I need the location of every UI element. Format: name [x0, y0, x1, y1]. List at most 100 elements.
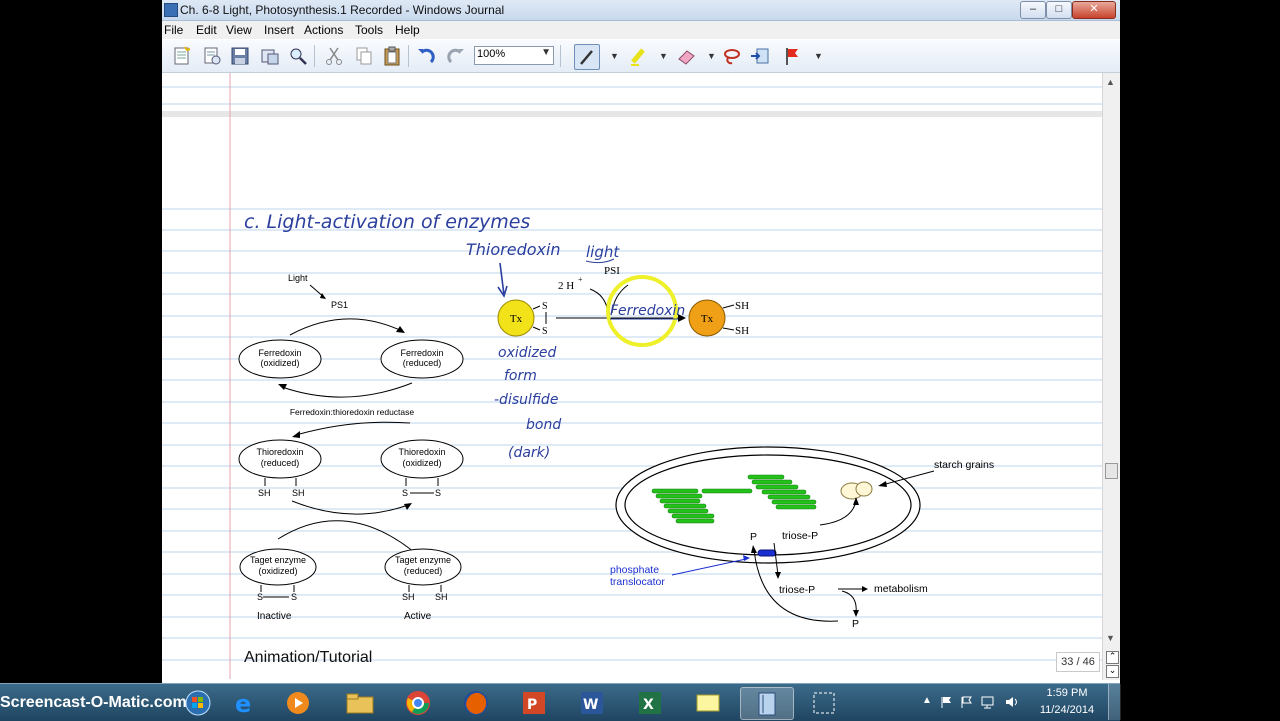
menu-view[interactable]: View — [226, 23, 252, 37]
undo-icon[interactable] — [414, 44, 438, 68]
highlighter-dropdown-icon[interactable]: ▼ — [659, 51, 668, 61]
thioredoxin-reduced-name: Thioredoxin — [256, 447, 303, 457]
snipping-tool-icon[interactable] — [798, 687, 850, 718]
chrome-icon[interactable] — [392, 687, 444, 718]
flag-tray-icon[interactable] — [960, 695, 974, 709]
redo-icon[interactable] — [444, 44, 468, 68]
light-label: Light — [288, 273, 308, 283]
zoom-select[interactable]: 100% ▼ — [474, 46, 554, 65]
menu-help[interactable]: Help — [395, 23, 420, 37]
find-icon[interactable] — [286, 44, 310, 68]
thioredoxin-sh-left: SH — [258, 488, 271, 498]
screencast-watermark: Screencast-O-Matic.com — [0, 694, 187, 711]
chloroplast-diagram: starch grains triose-P P phosphate trans… — [610, 446, 994, 630]
journal-app-icon[interactable] — [164, 3, 178, 17]
excel-icon[interactable]: X — [624, 687, 676, 718]
open-note-icon[interactable] — [200, 44, 224, 68]
show-desktop-button[interactable] — [1108, 684, 1121, 720]
action-center-icon[interactable] — [940, 695, 954, 709]
insert-space-icon[interactable] — [748, 44, 772, 68]
network-icon[interactable] — [980, 695, 996, 709]
svg-text:W: W — [583, 697, 598, 713]
window-title: Ch. 6-8 Light, Photosynthesis.1 Recorded… — [180, 3, 505, 17]
word-icon[interactable]: W — [566, 687, 618, 718]
paste-icon[interactable] — [380, 44, 404, 68]
oxidized-form-line-1: oxidized — [498, 345, 556, 361]
tx-reduced-label: Tx — [701, 313, 714, 325]
copy-icon[interactable] — [352, 44, 376, 68]
ferredoxin-handwritten: Ferredoxin — [610, 303, 685, 319]
tx-sh-top: SH — [735, 300, 749, 312]
flag-dropdown-icon[interactable]: ▼ — [814, 51, 823, 61]
tx-oxidized-label: Tx — [510, 313, 523, 325]
translocator-pointer-arrow — [671, 558, 747, 576]
eraser-icon[interactable] — [674, 44, 698, 68]
two-h-label: 2 H — [558, 280, 574, 292]
target-reduced-state: (reduced) — [404, 566, 443, 576]
next-page-icon[interactable]: ⌄ — [1106, 665, 1119, 678]
highlighter-icon[interactable] — [626, 44, 650, 68]
save-icon[interactable] — [228, 44, 252, 68]
note-page[interactable]: c. Light-activation of enzymes Light PS1… — [162, 73, 1102, 679]
oxidized-form-line-5: (dark) — [508, 445, 550, 461]
powerpoint-icon[interactable]: P — [508, 687, 560, 718]
target-oxidized-state: (oxidized) — [258, 566, 297, 576]
close-button[interactable]: ✕ — [1072, 1, 1116, 19]
animation-tutorial-text[interactable]: Animation/Tutorial — [244, 649, 372, 666]
sticky-notes-icon[interactable] — [682, 687, 734, 718]
target-sh-right: SH — [435, 592, 448, 602]
note-heading: c. Light-activation of enzymes — [244, 211, 530, 233]
menu-edit[interactable]: Edit — [196, 23, 217, 37]
firefox-icon[interactable] — [450, 687, 502, 718]
thioredoxin-reduction-arrow — [295, 421, 411, 436]
menu-file[interactable]: File — [164, 23, 183, 37]
eraser-dropdown-icon[interactable]: ▼ — [707, 51, 716, 61]
phosphate-translocator-label-2: translocator — [610, 576, 665, 588]
p-outside-label: P — [852, 618, 859, 630]
target-oxidized-name: Taget enzyme — [250, 555, 306, 565]
lasso-icon[interactable] — [720, 44, 744, 68]
print-preview-icon[interactable] — [258, 44, 282, 68]
tx-reaction-diagram: Thioredoxin Tx S S 2 H + PSI light Ferre… — [466, 240, 749, 347]
menu-insert[interactable]: Insert — [264, 23, 294, 37]
p-inside-label: P — [750, 531, 757, 543]
maximize-button[interactable]: □ — [1046, 1, 1072, 19]
show-hidden-icons[interactable]: ▲ — [922, 695, 932, 706]
clock-date[interactable]: 11/24/2014 — [1032, 704, 1102, 716]
ferredoxin-oxidized-state: (oxidized) — [260, 358, 299, 368]
phosphate-translocator-protein — [757, 549, 777, 557]
previous-page-icon[interactable]: ⌃ — [1106, 651, 1119, 664]
menu-actions[interactable]: Actions — [304, 23, 343, 37]
volume-icon[interactable] — [1004, 695, 1020, 709]
chevron-down-icon[interactable]: ▼ — [541, 47, 551, 58]
thioredoxin-handwritten: Thioredoxin — [466, 240, 561, 259]
file-explorer-icon[interactable] — [334, 687, 386, 718]
triose-p-inside-label: triose-P — [782, 530, 818, 542]
metabolism-label: metabolism — [874, 583, 928, 595]
zoom-value: 100% — [477, 48, 506, 60]
tx-s-top: S — [542, 301, 548, 312]
ps1-label: PS1 — [331, 300, 348, 310]
flag-icon[interactable] — [780, 44, 804, 68]
pen-icon[interactable] — [574, 44, 600, 70]
light-handwritten: light — [586, 243, 620, 261]
minimize-button[interactable]: – — [1020, 1, 1046, 19]
pen-dropdown-icon[interactable]: ▼ — [610, 51, 619, 61]
media-player-icon[interactable] — [276, 687, 320, 718]
windows-journal-task-icon[interactable] — [740, 687, 794, 720]
starch-grain-2 — [855, 481, 873, 497]
scroll-up-icon[interactable]: ▲ — [1106, 77, 1115, 87]
thioredoxin-oxidized-name: Thioredoxin — [398, 447, 445, 457]
h-plus-superscript: + — [578, 275, 583, 284]
cycle-diagram: Light PS1 Ferredoxin (oxidized) Ferredox… — [238, 273, 464, 622]
toolbar-separator — [408, 45, 409, 67]
new-note-icon[interactable] — [170, 44, 194, 68]
target-s-left: S — [257, 592, 263, 602]
scroll-down-icon[interactable]: ▼ — [1106, 633, 1115, 643]
scroll-thumb[interactable] — [1105, 463, 1118, 479]
clock-time[interactable]: 1:59 PM — [1032, 687, 1102, 699]
menu-tools[interactable]: Tools — [355, 23, 383, 37]
cut-icon[interactable] — [322, 44, 346, 68]
internet-explorer-icon[interactable]: e — [222, 687, 266, 718]
vertical-scrollbar[interactable]: ▲ ▼ ⌃ ⌄ — [1102, 73, 1120, 680]
